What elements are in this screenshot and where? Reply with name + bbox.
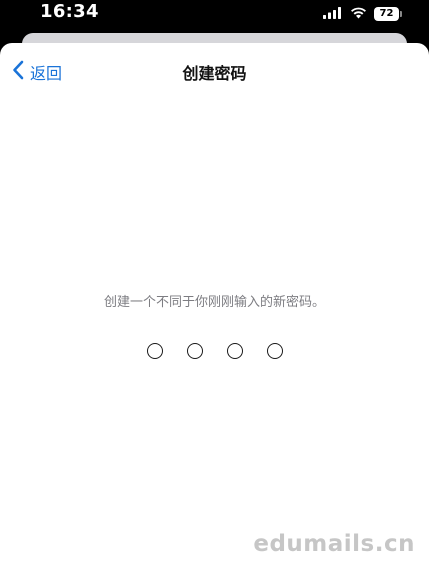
status-time: 16:34 bbox=[40, 1, 99, 22]
watermark: edumails.cn bbox=[253, 531, 415, 557]
pin-indicator bbox=[0, 343, 429, 359]
modal-sheet: 返回 创建密码 创建一个不同于你刚刚输入的新密码。 bbox=[0, 43, 429, 563]
pin-dot-1 bbox=[146, 343, 163, 359]
instruction-text: 创建一个不同于你刚刚输入的新密码。 bbox=[103, 295, 325, 310]
status-bar: 16:34 72 bbox=[0, 0, 429, 28]
phone-screen: 16:34 72 返回 创建密码 创建一个不同于你刚刚输入的新密码。 eduma… bbox=[0, 0, 429, 563]
wifi-icon bbox=[350, 4, 367, 23]
page-title: 创建密码 bbox=[182, 64, 247, 83]
pin-dot-2 bbox=[186, 343, 203, 359]
cellular-signal-icon bbox=[323, 4, 343, 23]
pin-dot-3 bbox=[226, 343, 243, 359]
status-icons: 72 bbox=[323, 4, 402, 23]
battery-icon: 72 bbox=[374, 6, 402, 21]
pin-dot-4 bbox=[266, 343, 283, 359]
